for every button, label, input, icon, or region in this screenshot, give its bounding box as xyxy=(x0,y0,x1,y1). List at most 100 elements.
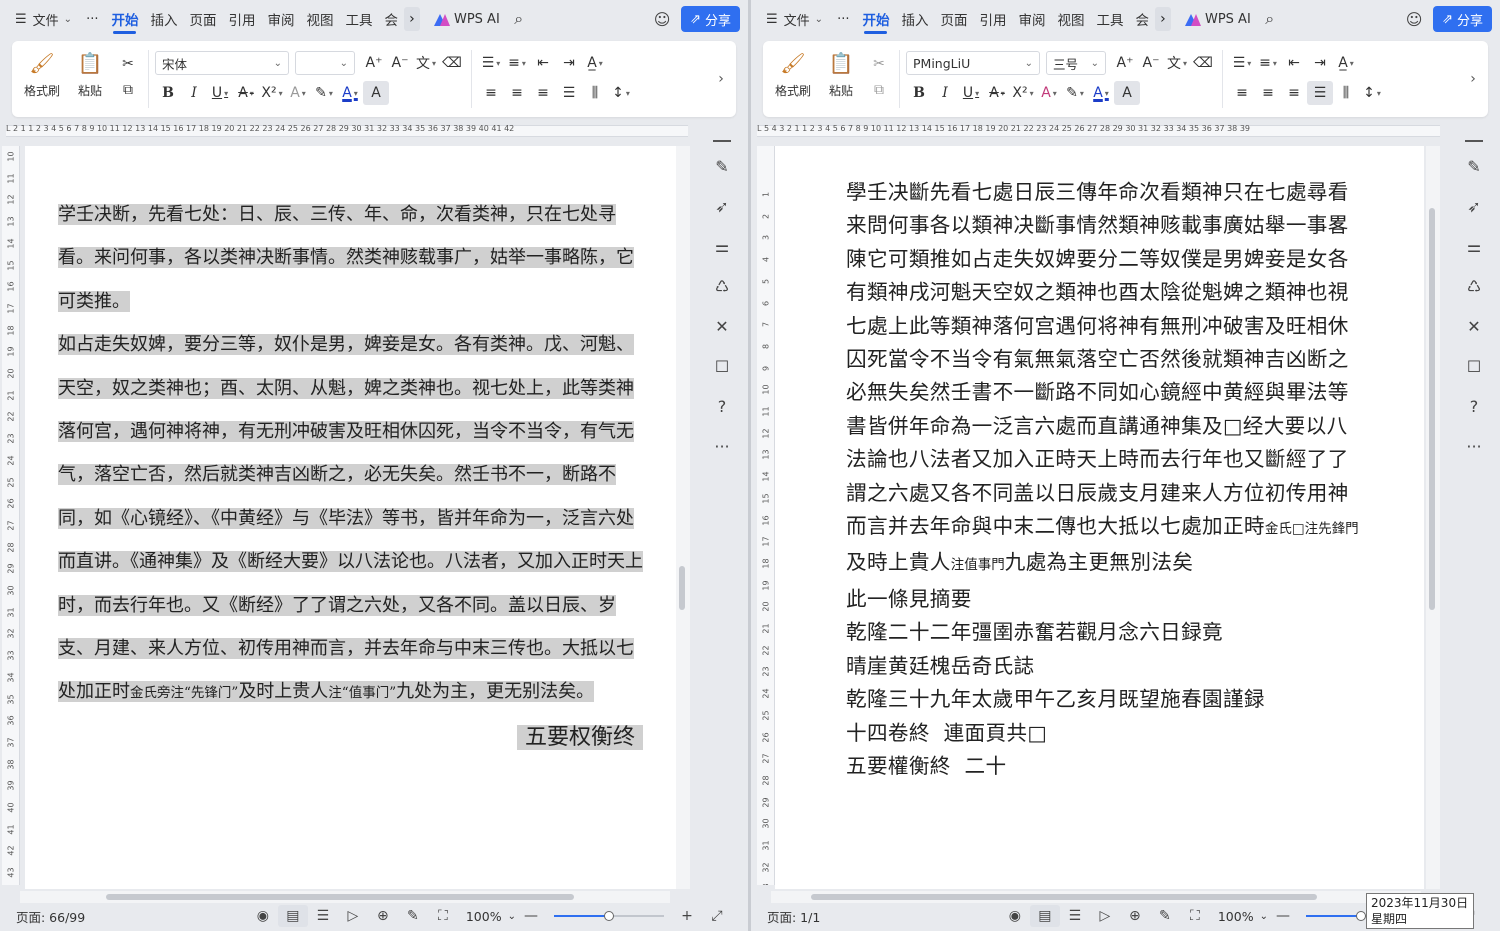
page-indicator[interactable]: 页面: 1/1 xyxy=(767,907,820,926)
font-name-select[interactable]: PMingLiU ⌄ xyxy=(906,51,1040,75)
reader-icon[interactable]: ☐ xyxy=(708,352,736,380)
tools-icon[interactable]: ✕ xyxy=(708,312,736,340)
adjust-sliders-icon[interactable]: ⚌ xyxy=(708,232,736,260)
font-size-select[interactable]: ⌄ xyxy=(295,51,355,75)
tab-home[interactable]: 开始 xyxy=(856,0,895,38)
vertical-scrollbar[interactable] xyxy=(1426,146,1440,889)
cut-icon[interactable]: ✂ xyxy=(866,52,892,76)
wps-ai-button[interactable]: WPS AI xyxy=(1177,12,1259,27)
web-view-icon[interactable]: ⊕ xyxy=(1120,908,1150,924)
copy-icon[interactable]: ⧉ xyxy=(866,78,892,102)
align-right-icon[interactable]: ≡ xyxy=(1281,81,1307,105)
fullscreen-icon[interactable]: ⤢ xyxy=(702,908,732,924)
vertical-ruler[interactable]: 10 11 12 13 14 15 16 17 18 19 20 21 22 23 24 25 26 27 28 29… xyxy=(2,146,20,885)
more-menu[interactable]: ··· xyxy=(79,5,105,33)
text-direction-icon[interactable]: A̲ ▾ xyxy=(1333,51,1359,75)
tab-reference[interactable]: 引用 xyxy=(222,0,261,38)
text-effect-icon[interactable]: A ▾ xyxy=(1036,81,1062,105)
font-color-icon[interactable]: A ▾ xyxy=(337,81,363,105)
grow-font-icon[interactable]: A⁺ xyxy=(1112,51,1138,75)
chat-icon[interactable]: ☺ xyxy=(1403,8,1425,30)
numbered-list-icon[interactable]: ≡ ▾ xyxy=(1255,51,1281,75)
distributed-icon[interactable]: ⫼ xyxy=(1333,81,1359,105)
superscript-icon[interactable]: X² ▾ xyxy=(1010,81,1036,105)
phonetic-guide-icon[interactable]: 文 ▾ xyxy=(1164,51,1190,75)
chevron-down-icon[interactable]: ⌄ xyxy=(1260,911,1268,922)
decrease-indent-icon[interactable]: ⇤ xyxy=(1281,51,1307,75)
vertical-ruler[interactable]: 1 2 3 4 5 6 7 8 9 10 11 12 13 14 15 16 17 18 19 20 21 22 23 24 2… xyxy=(757,146,775,885)
line-spacing-icon[interactable]: ↕ ▾ xyxy=(1359,81,1385,105)
italic-icon[interactable]: I xyxy=(932,81,958,105)
select-cursor-icon[interactable]: ➶ xyxy=(1460,192,1488,220)
tabs-scroll-right-icon[interactable]: › xyxy=(403,7,420,31)
page-view-icon[interactable]: ▤ xyxy=(1029,905,1060,927)
underline-icon[interactable]: U ▾ xyxy=(958,81,984,105)
pen-icon[interactable]: ✎ xyxy=(708,152,736,180)
scroll-thumb[interactable] xyxy=(106,894,574,900)
tab-member[interactable]: 会 xyxy=(378,0,404,38)
page-indicator[interactable]: 页面: 66/99 xyxy=(16,907,85,926)
bullet-list-icon[interactable]: ☰ ▾ xyxy=(478,51,504,75)
help-icon[interactable]: ? xyxy=(1460,392,1488,420)
justify-icon[interactable]: ☰ xyxy=(556,81,582,105)
adjust-sliders-icon[interactable]: ⚌ xyxy=(1460,232,1488,260)
tabs-scroll-right-icon[interactable]: › xyxy=(1154,7,1171,31)
highlight-icon[interactable]: ✎ ▾ xyxy=(311,81,337,105)
web-view-icon[interactable]: ⊕ xyxy=(368,908,398,924)
eye-icon[interactable]: ◉ xyxy=(248,908,278,924)
search-icon[interactable]: ⌕ xyxy=(1259,8,1281,30)
bold-icon[interactable]: B xyxy=(906,81,932,105)
format-painter-button[interactable]: 🖌 格式刷 xyxy=(18,46,66,112)
tab-review[interactable]: 审阅 xyxy=(261,0,300,38)
scroll-thumb[interactable] xyxy=(1429,208,1435,610)
play-icon[interactable]: ▷ xyxy=(1090,908,1120,924)
zoom-in-icon[interactable]: + xyxy=(672,908,702,924)
clear-format-icon[interactable]: ⌫ xyxy=(1190,51,1216,75)
share-button[interactable]: ⇗ 分享 xyxy=(1433,6,1492,32)
highlight-icon[interactable]: ✎ ▾ xyxy=(1062,81,1088,105)
horizontal-ruler[interactable]: L 2 1 1 2 3 4 5 6 7 8 9 10 11 12 13 14 1… xyxy=(6,122,688,138)
tab-insert[interactable]: 插入 xyxy=(144,0,183,38)
cut-icon[interactable]: ✂ xyxy=(115,52,141,76)
superscript-icon[interactable]: X² ▾ xyxy=(259,81,285,105)
ribbon-more-icon[interactable]: › xyxy=(1464,46,1482,112)
font-name-select[interactable]: 宋体 ⌄ xyxy=(155,51,289,75)
decrease-indent-icon[interactable]: ⇤ xyxy=(530,51,556,75)
vertical-scrollbar[interactable] xyxy=(676,146,690,889)
styles-icon[interactable]: ♺ xyxy=(708,272,736,300)
tab-review[interactable]: 审阅 xyxy=(1012,0,1051,38)
page-view-icon[interactable]: ▤ xyxy=(277,905,308,927)
align-center-icon[interactable]: ≡ xyxy=(1255,81,1281,105)
zoom-level[interactable]: 100% xyxy=(466,909,502,924)
ribbon-more-icon[interactable]: › xyxy=(712,46,730,112)
font-size-select[interactable]: 三号 ⌄ xyxy=(1046,51,1106,75)
phonetic-guide-icon[interactable]: 文 ▾ xyxy=(413,51,439,75)
align-left-icon[interactable]: ≡ xyxy=(1229,81,1255,105)
tab-page[interactable]: 页面 xyxy=(183,0,222,38)
text-effect-icon[interactable]: A ▾ xyxy=(285,81,311,105)
wps-ai-button[interactable]: WPS AI xyxy=(426,12,508,27)
fit-page-icon[interactable]: ⛶ xyxy=(1180,908,1210,924)
distributed-icon[interactable]: ⫼ xyxy=(582,81,608,105)
char-shading-icon[interactable]: A xyxy=(363,81,389,105)
outline-view-icon[interactable]: ☰ xyxy=(1060,908,1090,924)
fit-page-icon[interactable]: ⛶ xyxy=(428,908,458,924)
strikethrough-icon[interactable]: A ▾ xyxy=(233,81,259,105)
line-spacing-icon[interactable]: ↕ ▾ xyxy=(608,81,634,105)
paste-button[interactable]: 📋 粘贴 xyxy=(817,46,865,112)
search-icon[interactable]: ⌕ xyxy=(508,8,530,30)
tab-view[interactable]: 视图 xyxy=(300,0,339,38)
tools-icon[interactable]: ✕ xyxy=(1460,312,1488,340)
tab-page[interactable]: 页面 xyxy=(934,0,973,38)
tab-tools[interactable]: 工具 xyxy=(339,0,378,38)
strikethrough-icon[interactable]: A ▾ xyxy=(984,81,1010,105)
scroll-thumb[interactable] xyxy=(679,566,685,610)
pen-mode-icon[interactable]: ✎ xyxy=(398,908,428,924)
tab-reference[interactable]: 引用 xyxy=(973,0,1012,38)
share-button[interactable]: ⇗ 分享 xyxy=(681,6,740,32)
help-icon[interactable]: ? xyxy=(708,392,736,420)
left-document-text[interactable]: 学壬决断，先看七处：日、辰、三传、年、命，次看类神，只在七处寻看。来问何事，各以… xyxy=(58,193,643,760)
numbered-list-icon[interactable]: ≡ ▾ xyxy=(504,51,530,75)
zoom-out-icon[interactable]: — xyxy=(1268,908,1298,924)
align-right-icon[interactable]: ≡ xyxy=(530,81,556,105)
